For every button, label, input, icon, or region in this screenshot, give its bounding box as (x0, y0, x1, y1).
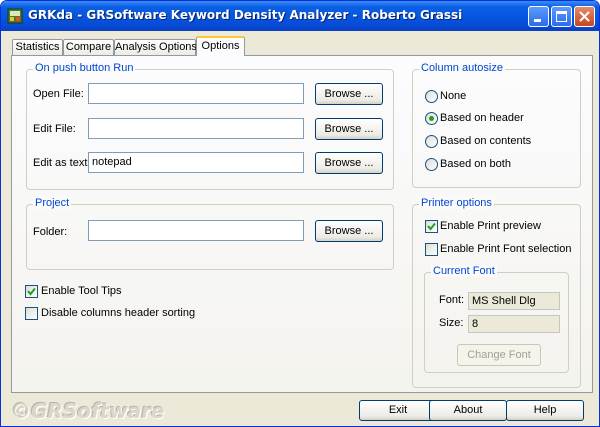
printer-options-legend: Printer options (419, 197, 494, 209)
maximize-button[interactable] (551, 6, 572, 27)
open-file-browse-button[interactable]: Browse ... (315, 83, 383, 105)
checkmark-icon (27, 287, 36, 296)
autosize-contents-label[interactable]: Based on contents (440, 135, 531, 147)
print-preview-checkbox[interactable] (425, 220, 438, 233)
column-autosize-legend: Column autosize (419, 62, 505, 74)
edit-as-text-label: Edit as text: (33, 157, 91, 169)
size-label: Size: (439, 317, 464, 329)
current-font-group: Current Font Font: MS Shell Dlg Size: 8 … (424, 265, 569, 373)
open-file-label: Open File: (33, 88, 84, 100)
edit-file-label: Edit File: (33, 123, 76, 135)
tooltips-label[interactable]: Enable Tool Tips (41, 285, 122, 297)
sorting-checkbox[interactable] (25, 307, 38, 320)
close-icon (579, 11, 590, 22)
project-legend: Project (33, 197, 72, 209)
minimize-button[interactable] (528, 6, 549, 27)
push-run-legend: On push button Run (33, 62, 136, 74)
printer-options-group: Printer options Enable Print preview Ena… (412, 197, 581, 388)
font-size-field: 8 (468, 315, 560, 333)
current-font-legend: Current Font (431, 265, 497, 277)
print-preview-label[interactable]: Enable Print preview (440, 220, 541, 232)
autosize-header-radio[interactable] (425, 112, 438, 125)
radio-selected-dot (429, 116, 434, 121)
change-font-button[interactable]: Change Font (457, 344, 541, 366)
tab-statistics[interactable]: Statistics (12, 39, 63, 55)
about-button[interactable]: About (429, 400, 507, 421)
app-window: GRKda - GRSoftware Keyword Density Analy… (0, 0, 600, 427)
print-font-selection-label[interactable]: Enable Print Font selection (440, 243, 571, 255)
edit-as-text-browse-button[interactable]: Browse ... (315, 152, 383, 174)
edit-file-field[interactable] (88, 118, 304, 139)
autosize-header-label[interactable]: Based on header (440, 112, 524, 124)
tab-compare[interactable]: Compare (63, 39, 114, 55)
edit-as-text-field[interactable]: notepad (88, 152, 304, 173)
tab-analysis-options[interactable]: Analysis Options (114, 39, 197, 55)
options-panel: On push button Run Open File: Browse ...… (11, 55, 593, 393)
autosize-both-label[interactable]: Based on both (440, 158, 511, 170)
folder-label: Folder: (33, 226, 68, 238)
print-font-selection-checkbox[interactable] (425, 243, 438, 256)
project-group: Project Folder: Browse ... (26, 197, 394, 270)
maximize-icon (556, 11, 567, 22)
font-name-field: MS Shell Dlg (468, 292, 560, 310)
autosize-both-radio[interactable] (425, 158, 438, 171)
autosize-none-label[interactable]: None (440, 90, 466, 102)
help-button[interactable]: Help (506, 400, 584, 421)
column-autosize-group: Column autosize None Based on header Bas… (412, 62, 581, 188)
autosize-contents-radio[interactable] (425, 135, 438, 148)
window-title: GRKda - GRSoftware Keyword Density Analy… (28, 8, 463, 22)
folder-browse-button[interactable]: Browse ... (315, 220, 383, 242)
exit-button[interactable]: Exit (359, 400, 437, 421)
folder-field[interactable] (88, 220, 304, 241)
minimize-icon (534, 19, 541, 22)
tooltips-checkbox[interactable] (25, 285, 38, 298)
close-button[interactable] (574, 6, 595, 27)
checkmark-icon (427, 222, 436, 231)
grkda-app-icon[interactable] (7, 8, 23, 24)
open-file-field[interactable] (88, 83, 304, 104)
font-label: Font: (439, 294, 465, 306)
tab-options[interactable]: Options (196, 36, 245, 56)
grsoftware-brand-logo: ©GRSoftware (11, 399, 165, 423)
title-bar[interactable]: GRKda - GRSoftware Keyword Density Analy… (1, 1, 599, 31)
autosize-none-radio[interactable] (425, 90, 438, 103)
sorting-label[interactable]: Disable columns header sorting (41, 307, 195, 319)
edit-file-browse-button[interactable]: Browse ... (315, 118, 383, 140)
push-run-group: On push button Run Open File: Browse ...… (26, 62, 394, 190)
